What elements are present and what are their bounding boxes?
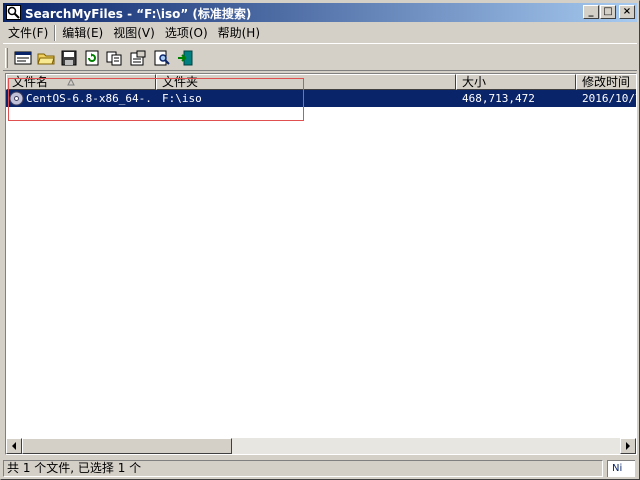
- status-bar: 共 1 个文件, 已选择 1 个 Ni: [3, 459, 637, 477]
- scrollbar-thumb[interactable]: [22, 438, 232, 454]
- toolbar: [3, 43, 637, 71]
- menu-separator: [54, 24, 57, 41]
- arrow-right-icon: [626, 442, 630, 450]
- horizontal-scrollbar[interactable]: [6, 438, 636, 454]
- menu-bar: 文件(F) 编辑(E) 视图(V) 选项(O) 帮助(H): [3, 23, 637, 42]
- window-title: SearchMyFiles - “F:\iso” (标准搜索): [25, 7, 252, 21]
- scroll-left-button[interactable]: [6, 438, 22, 454]
- save-icon[interactable]: [59, 48, 79, 68]
- menu-file[interactable]: 文件(F): [3, 24, 53, 42]
- selection-highlight-box: [8, 78, 304, 121]
- toolbar-grip[interactable]: [5, 48, 8, 68]
- search-options-icon[interactable]: [13, 48, 33, 68]
- results-list[interactable]: 文件名 文件夹 大小 修改时间 CentOS-6.8-x86_64-... F:…: [5, 73, 637, 455]
- close-button[interactable]: ×: [619, 5, 635, 19]
- scroll-right-button[interactable]: [620, 438, 636, 454]
- properties-icon[interactable]: [128, 48, 148, 68]
- status-badge: Ni: [607, 460, 635, 477]
- cell-modified: 2016/10/7: [582, 92, 637, 105]
- arrow-left-icon: [12, 442, 16, 450]
- cell-size: 468,713,472: [462, 92, 535, 105]
- title-bar[interactable]: SearchMyFiles - “F:\iso” (标准搜索) _ □ ×: [3, 3, 637, 22]
- exit-icon[interactable]: [176, 48, 196, 68]
- column-header-modified[interactable]: 修改时间: [576, 74, 636, 90]
- menu-edit[interactable]: 编辑(E): [57, 24, 108, 42]
- menu-view[interactable]: 视图(V): [108, 24, 160, 42]
- refresh-icon[interactable]: [82, 48, 102, 68]
- app-window: SearchMyFiles - “F:\iso” (标准搜索) _ □ × 文件…: [0, 0, 640, 480]
- menu-help[interactable]: 帮助(H): [213, 24, 265, 42]
- minimize-button[interactable]: _: [583, 5, 599, 19]
- maximize-button[interactable]: □: [600, 5, 616, 19]
- copy-icon[interactable]: [105, 48, 125, 68]
- menu-options[interactable]: 选项(O): [160, 24, 213, 42]
- open-folder-icon[interactable]: [36, 48, 56, 68]
- find-icon[interactable]: [153, 48, 173, 68]
- status-text: 共 1 个文件, 已选择 1 个: [3, 460, 603, 477]
- column-header-size[interactable]: 大小: [456, 74, 576, 90]
- app-icon: [6, 5, 21, 20]
